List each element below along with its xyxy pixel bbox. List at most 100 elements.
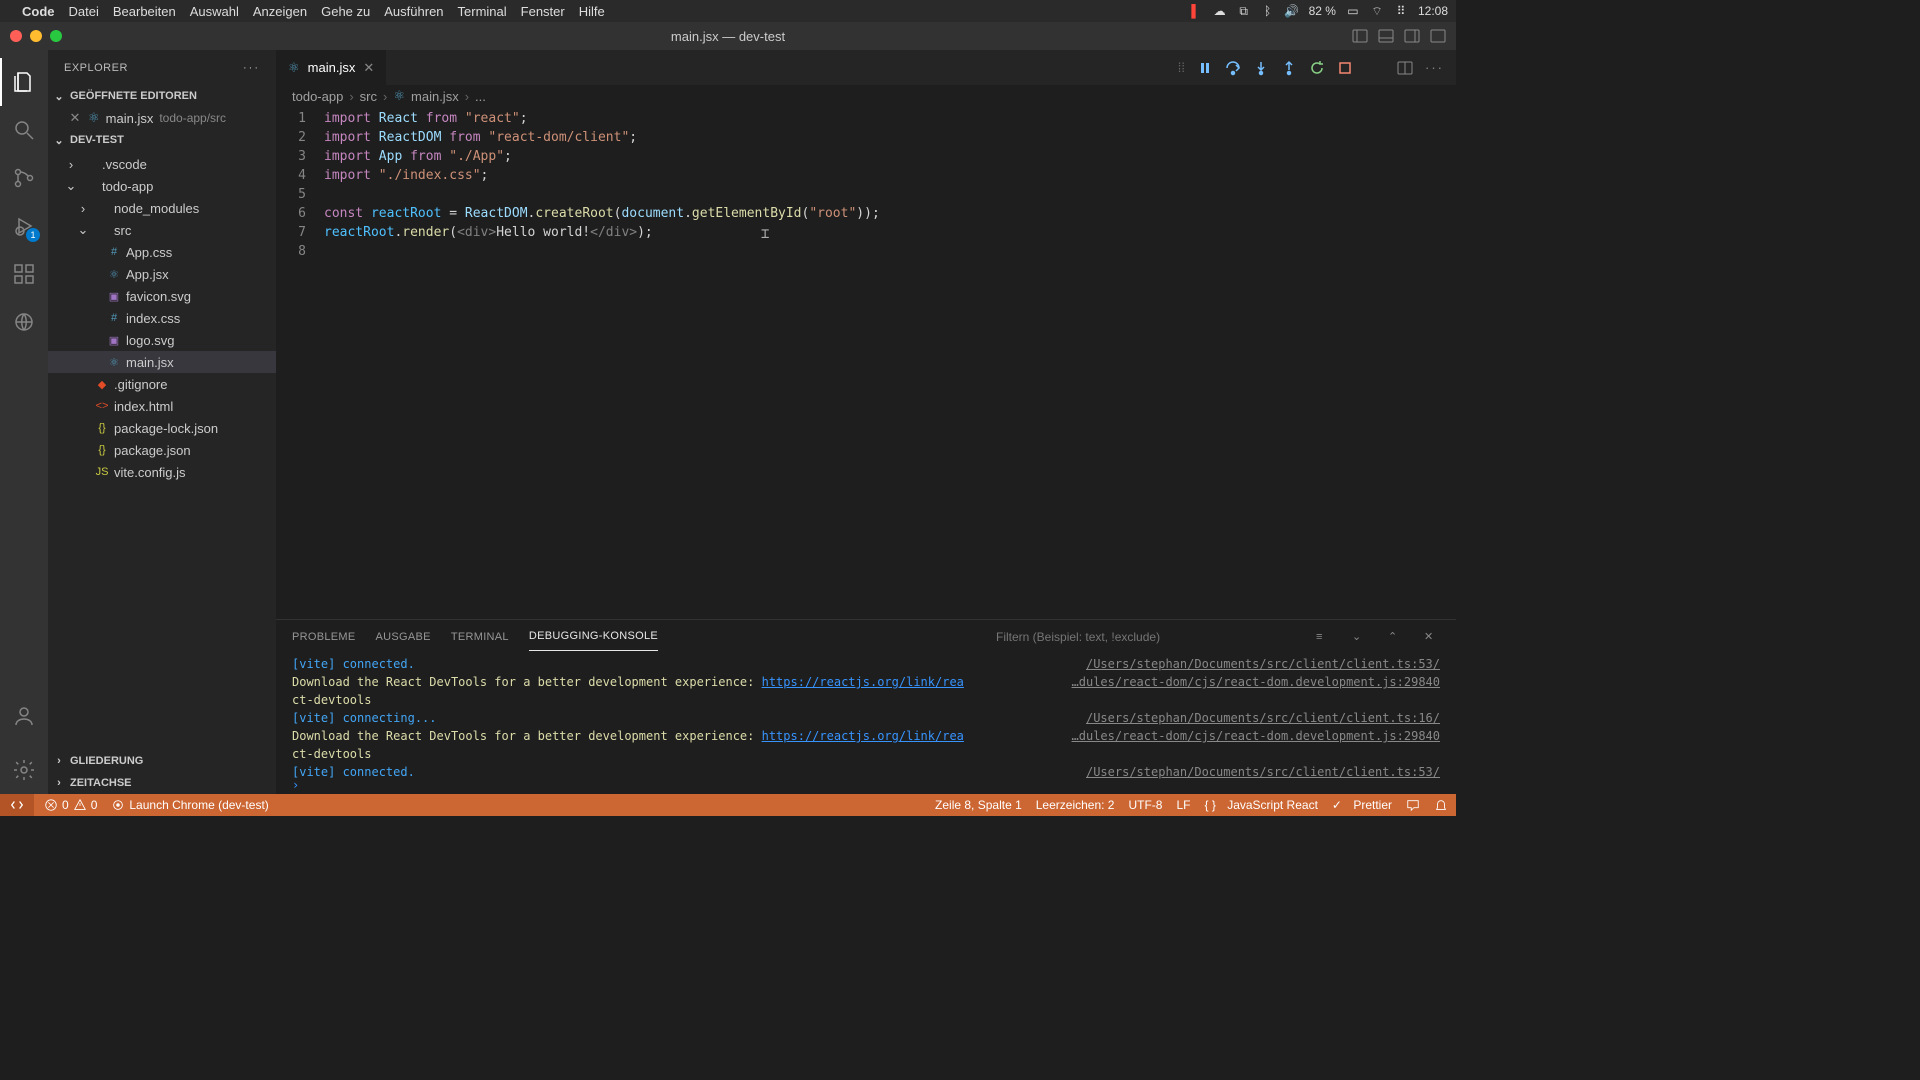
debug-restart-icon[interactable]: [1309, 60, 1325, 76]
control-center-icon[interactable]: ⠿: [1394, 4, 1408, 18]
panel-tab-terminal[interactable]: TERMINAL: [451, 623, 509, 651]
tree-file[interactable]: <>index.html: [48, 395, 276, 417]
close-panel-icon[interactable]: ✕: [1424, 630, 1440, 643]
split-editor-icon[interactable]: [1397, 60, 1413, 76]
debug-drag-icon[interactable]: ⁞⁞: [1178, 60, 1185, 75]
menu-edit[interactable]: Bearbeiten: [113, 4, 176, 19]
menu-help[interactable]: Hilfe: [579, 4, 605, 19]
menu-selection[interactable]: Auswahl: [190, 4, 239, 19]
tree-file[interactable]: ▣favicon.svg: [48, 285, 276, 307]
layout-sidebar-left-icon[interactable]: [1352, 28, 1368, 44]
tree-file[interactable]: {}package-lock.json: [48, 417, 276, 439]
status-indentation[interactable]: Leerzeichen: 2: [1036, 798, 1115, 812]
activity-explorer[interactable]: [0, 58, 48, 106]
maximize-window-button[interactable]: [50, 30, 62, 42]
console-source-link[interactable]: /Users/stephan/Documents/src/client/clie…: [1086, 763, 1440, 781]
cloud-icon[interactable]: ☁: [1213, 4, 1227, 18]
minimize-window-button[interactable]: [30, 30, 42, 42]
menu-window[interactable]: Fenster: [521, 4, 565, 19]
status-bell-icon[interactable]: [1434, 798, 1448, 812]
battery-icon[interactable]: ▭: [1346, 4, 1360, 18]
console-source-link[interactable]: …dules/react-dom/cjs/react-dom.developme…: [1072, 673, 1440, 691]
workspace-header[interactable]: ⌄ DEV-TEST: [48, 129, 276, 151]
layout-sidebar-right-icon[interactable]: [1404, 28, 1420, 44]
timeline-header[interactable]: › ZEITACHSE: [48, 772, 276, 794]
tree-file[interactable]: #App.css: [48, 241, 276, 263]
tree-file[interactable]: #index.css: [48, 307, 276, 329]
menu-file[interactable]: Datei: [69, 4, 99, 19]
maximize-panel-icon[interactable]: ⌃: [1388, 630, 1404, 643]
editor-more-icon[interactable]: ···: [1425, 60, 1444, 75]
breadcrumb-item[interactable]: main.jsx: [411, 89, 459, 104]
editor-tab-main[interactable]: ⚛ main.jsx ✕: [276, 50, 387, 85]
code-content[interactable]: import React from "react"; import ReactD…: [324, 107, 1456, 619]
panel-tab-output[interactable]: AUSGABE: [376, 623, 431, 651]
tree-file[interactable]: ⚛main.jsx: [48, 351, 276, 373]
activity-run-debug[interactable]: 1: [0, 202, 48, 250]
activity-settings[interactable]: [0, 746, 48, 794]
debug-step-into-icon[interactable]: [1253, 60, 1269, 76]
outline-header[interactable]: › GLIEDERUNG: [48, 750, 276, 772]
menu-run[interactable]: Ausführen: [384, 4, 443, 19]
menu-goto[interactable]: Gehe zu: [321, 4, 370, 19]
status-prettier[interactable]: ✓ Prettier: [1332, 798, 1392, 812]
layout-panel-icon[interactable]: [1378, 28, 1394, 44]
wifi-icon[interactable]: ⌔: [1370, 4, 1384, 18]
clear-console-icon[interactable]: ⌄: [1352, 630, 1368, 643]
status-eol[interactable]: LF: [1176, 798, 1190, 812]
open-editor-item[interactable]: ✕ ⚛ main.jsx todo-app/src: [48, 107, 276, 129]
console-source-link[interactable]: …dules/react-dom/cjs/react-dom.developme…: [1072, 727, 1440, 745]
close-window-button[interactable]: [10, 30, 22, 42]
explorer-more-icon[interactable]: ···: [243, 62, 260, 74]
debug-step-over-icon[interactable]: [1225, 60, 1241, 76]
activity-search[interactable]: [0, 106, 48, 154]
status-red-icon[interactable]: ▌: [1189, 4, 1203, 18]
screen-icon[interactable]: ⧉: [1237, 4, 1251, 18]
app-menu[interactable]: Code: [22, 4, 55, 19]
breadcrumb-item[interactable]: src: [360, 89, 377, 104]
breadcrumb-item[interactable]: ...: [475, 89, 486, 104]
menu-view[interactable]: Anzeigen: [253, 4, 307, 19]
breadcrumb-item[interactable]: todo-app: [292, 89, 343, 104]
tree-file[interactable]: {}package.json: [48, 439, 276, 461]
tree-folder[interactable]: ›.vscode: [48, 153, 276, 175]
code-editor[interactable]: 12345678 import React from "react"; impo…: [276, 107, 1456, 619]
tree-folder[interactable]: ⌄todo-app: [48, 175, 276, 197]
tree-file[interactable]: ⚛App.jsx: [48, 263, 276, 285]
console-source-link[interactable]: /Users/stephan/Documents/src/client/clie…: [1086, 655, 1440, 673]
clock[interactable]: 12:08: [1418, 4, 1448, 18]
panel-tab-problems[interactable]: PROBLEME: [292, 623, 356, 651]
status-errors[interactable]: 0 0: [44, 798, 97, 812]
close-tab-icon[interactable]: ✕: [363, 60, 374, 76]
remote-button[interactable]: [0, 794, 34, 816]
tree-file[interactable]: ◆.gitignore: [48, 373, 276, 395]
tree-folder[interactable]: ›node_modules: [48, 197, 276, 219]
tree-file[interactable]: JSvite.config.js: [48, 461, 276, 483]
console-source-link[interactable]: /Users/stephan/Documents/src/client/clie…: [1086, 709, 1440, 727]
panel-tab-debug-console[interactable]: DEBUGGING-KONSOLE: [529, 622, 658, 651]
minimap[interactable]: [1396, 107, 1456, 157]
status-cursor-position[interactable]: Zeile 8, Spalte 1: [935, 798, 1022, 812]
debug-console-output[interactable]: [vite] connected./Users/stephan/Document…: [276, 653, 1456, 794]
activity-remote[interactable]: [0, 298, 48, 346]
activity-source-control[interactable]: [0, 154, 48, 202]
status-encoding[interactable]: UTF-8: [1128, 798, 1162, 812]
debug-stop-icon[interactable]: [1337, 60, 1353, 76]
activity-extensions[interactable]: [0, 250, 48, 298]
debug-console-filter-input[interactable]: [996, 630, 1296, 644]
filter-settings-icon[interactable]: ≡: [1316, 631, 1332, 643]
status-language-mode[interactable]: { } JavaScript React: [1205, 798, 1318, 812]
open-editors-header[interactable]: ⌄ GEÖFFNETE EDITOREN: [48, 85, 276, 107]
activity-account[interactable]: [0, 692, 48, 740]
status-feedback-icon[interactable]: [1406, 798, 1420, 812]
debug-step-out-icon[interactable]: [1281, 60, 1297, 76]
breadcrumbs[interactable]: todo-app› src› ⚛ main.jsx› ...: [276, 85, 1456, 107]
volume-icon[interactable]: 🔊: [1285, 4, 1299, 18]
close-icon[interactable]: ✕: [68, 110, 82, 126]
debug-pause-icon[interactable]: [1197, 60, 1213, 76]
layout-full-icon[interactable]: [1430, 28, 1446, 44]
bluetooth-icon[interactable]: ᛒ: [1261, 4, 1275, 18]
menu-terminal[interactable]: Terminal: [458, 4, 507, 19]
status-launch-config[interactable]: Launch Chrome (dev-test): [111, 798, 268, 812]
tree-file[interactable]: ▣logo.svg: [48, 329, 276, 351]
